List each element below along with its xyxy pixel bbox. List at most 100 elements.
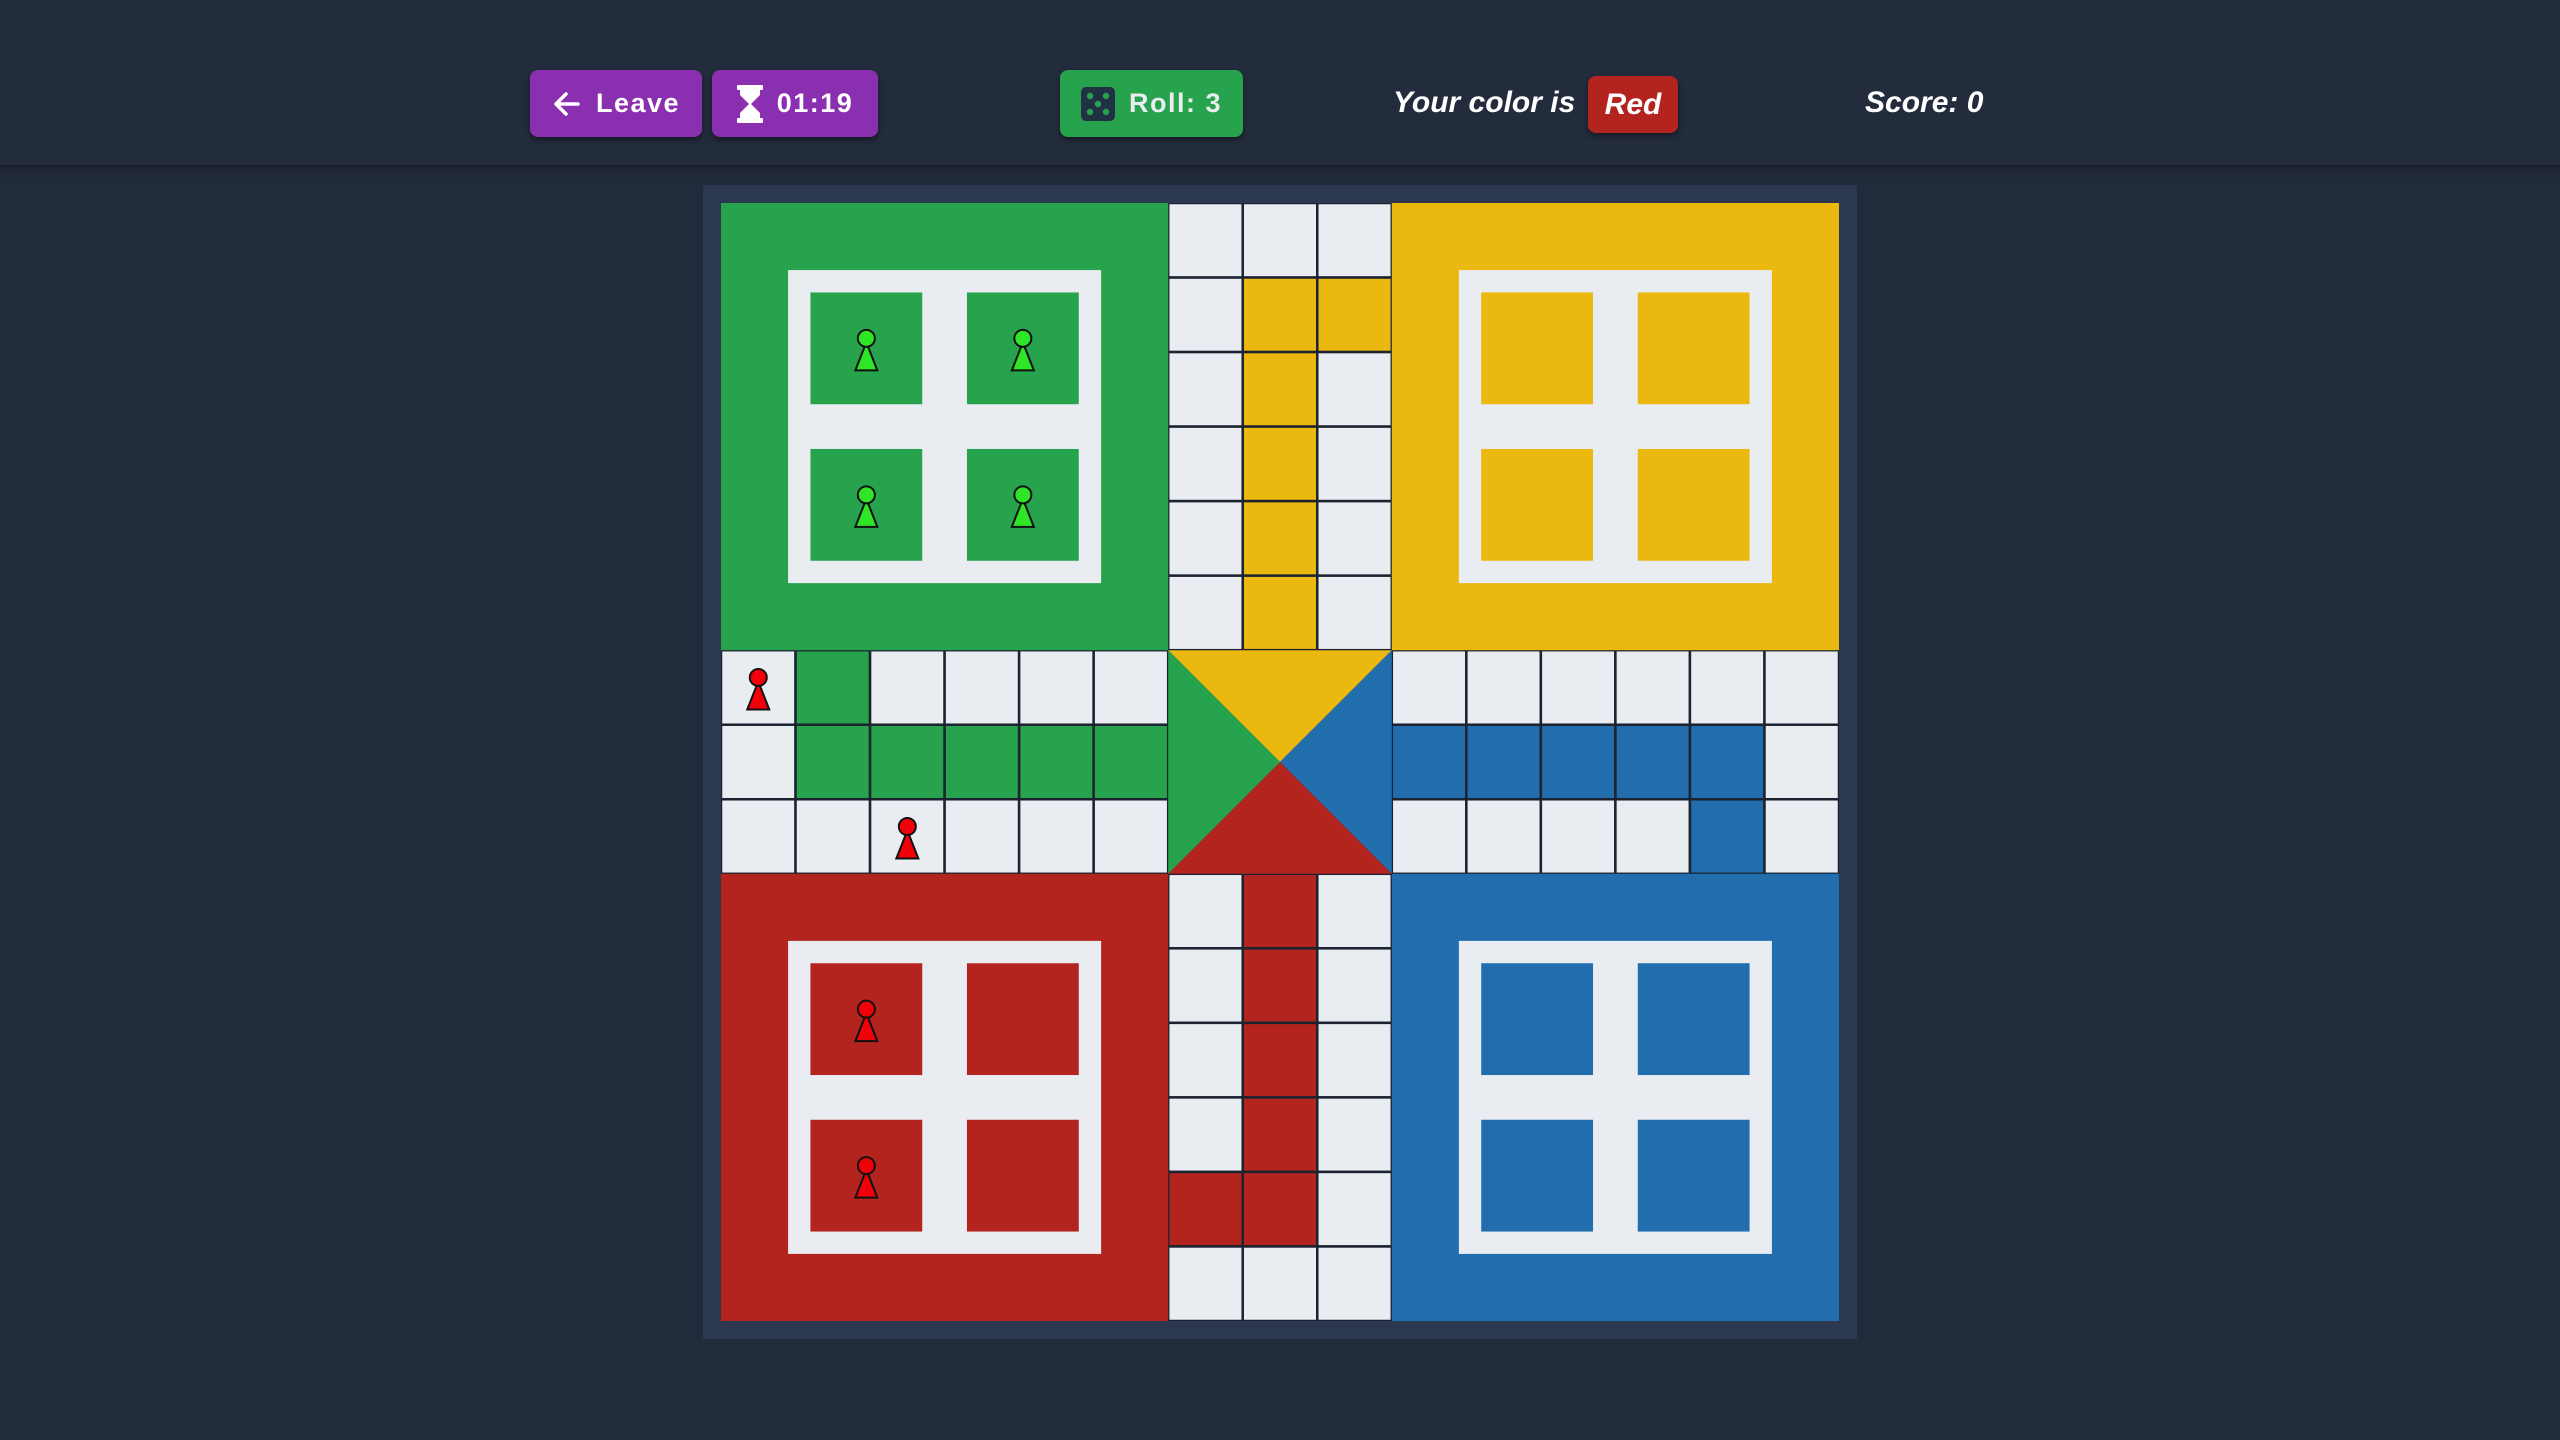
pawn-head bbox=[1013, 328, 1033, 348]
board-cell[interactable] bbox=[1166, 1096, 1244, 1174]
board-cell[interactable] bbox=[868, 648, 946, 726]
board-cell[interactable] bbox=[1316, 276, 1394, 354]
board-cell[interactable] bbox=[1316, 1096, 1394, 1174]
board-cell[interactable] bbox=[1390, 798, 1468, 876]
board-cell[interactable] bbox=[1092, 723, 1170, 801]
board-cell[interactable] bbox=[1614, 723, 1692, 801]
ludo-board bbox=[721, 203, 1839, 1321]
board-cell[interactable] bbox=[794, 723, 872, 801]
board-cell[interactable] bbox=[1241, 203, 1319, 279]
board-cell[interactable] bbox=[1763, 723, 1839, 801]
board-cell[interactable] bbox=[1241, 425, 1319, 503]
pawn-head bbox=[856, 999, 876, 1019]
board-cell[interactable] bbox=[1166, 1021, 1244, 1099]
pawn-head bbox=[1013, 485, 1033, 505]
board-cell[interactable] bbox=[794, 798, 872, 876]
board-cell[interactable] bbox=[1166, 1245, 1244, 1321]
board-cell[interactable] bbox=[1092, 648, 1170, 726]
board-cell[interactable] bbox=[1390, 648, 1468, 726]
board-cell[interactable] bbox=[1688, 723, 1766, 801]
roll-label: Roll: 3 bbox=[1128, 88, 1222, 118]
board-cell[interactable] bbox=[1241, 499, 1319, 577]
board-cell[interactable] bbox=[1539, 798, 1617, 876]
board-cell[interactable] bbox=[1316, 203, 1394, 279]
home-red-slot[interactable] bbox=[966, 963, 1079, 1076]
home-yellow-slot[interactable] bbox=[1637, 292, 1750, 405]
board-cell[interactable] bbox=[1316, 1170, 1394, 1248]
board-cell[interactable] bbox=[1688, 798, 1766, 876]
home-yellow-slot[interactable] bbox=[1637, 448, 1750, 561]
pawn-head bbox=[856, 328, 876, 348]
board-cell[interactable] bbox=[1316, 947, 1394, 1025]
score-display: Score: 0 bbox=[1865, 86, 1984, 119]
board-cell[interactable] bbox=[1166, 872, 1244, 950]
player-color-badge: Red bbox=[1588, 76, 1678, 133]
leave-label: Leave bbox=[595, 88, 681, 118]
top-bar: Leave 01:19 Roll: 3 Your color is Red Sc… bbox=[0, 0, 2560, 165]
board-cell[interactable] bbox=[1316, 425, 1394, 503]
board-cell[interactable] bbox=[1763, 798, 1839, 876]
board-cell[interactable] bbox=[1316, 350, 1394, 428]
board-cell[interactable] bbox=[1316, 1245, 1394, 1321]
board-cell[interactable] bbox=[1166, 1170, 1244, 1248]
board-cell[interactable] bbox=[1614, 798, 1692, 876]
board-cell[interactable] bbox=[1241, 574, 1319, 652]
board-cell[interactable] bbox=[1241, 872, 1319, 950]
board-cell[interactable] bbox=[794, 648, 872, 726]
hourglass-icon bbox=[736, 84, 763, 123]
board-cell[interactable] bbox=[1166, 947, 1244, 1025]
board-cell[interactable] bbox=[1316, 574, 1394, 652]
roll-dice-button[interactable]: Roll: 3 bbox=[1060, 70, 1243, 137]
pawn-head bbox=[897, 817, 917, 837]
board-cell[interactable] bbox=[1166, 425, 1244, 503]
pawn-head bbox=[856, 485, 876, 505]
home-blue-slot[interactable] bbox=[1481, 1119, 1594, 1232]
board-cell[interactable] bbox=[1241, 1021, 1319, 1099]
arrow-left-icon bbox=[552, 89, 582, 119]
board-cell[interactable] bbox=[1017, 648, 1095, 726]
home-blue-slot[interactable] bbox=[1637, 963, 1750, 1076]
board-cell[interactable] bbox=[943, 723, 1021, 801]
board-cell[interactable] bbox=[1763, 648, 1839, 726]
board-cell[interactable] bbox=[1166, 350, 1244, 428]
board-cell[interactable] bbox=[1465, 723, 1543, 801]
board-cell[interactable] bbox=[1241, 1170, 1319, 1248]
home-yellow-slot[interactable] bbox=[1481, 292, 1594, 405]
board-cell[interactable] bbox=[1316, 499, 1394, 577]
board-cell[interactable] bbox=[943, 648, 1021, 726]
board-cell[interactable] bbox=[1539, 723, 1617, 801]
board-cell[interactable] bbox=[1017, 723, 1095, 801]
board-cell[interactable] bbox=[1241, 350, 1319, 428]
pawn-head bbox=[748, 667, 768, 687]
board-cell[interactable] bbox=[943, 798, 1021, 876]
home-blue-slot[interactable] bbox=[1637, 1119, 1750, 1232]
player-color-label: Your color is bbox=[1393, 86, 1576, 119]
leave-button[interactable]: Leave bbox=[530, 70, 702, 137]
board-cell[interactable] bbox=[1688, 648, 1766, 726]
board-cell[interactable] bbox=[1316, 872, 1394, 950]
board-cell[interactable] bbox=[1166, 499, 1244, 577]
board-cell[interactable] bbox=[721, 723, 797, 801]
timer-button[interactable]: 01:19 bbox=[712, 70, 878, 137]
home-yellow-slot[interactable] bbox=[1481, 448, 1594, 561]
board-cell[interactable] bbox=[1241, 1245, 1319, 1321]
board-cell[interactable] bbox=[1241, 1096, 1319, 1174]
board-cell[interactable] bbox=[1166, 276, 1244, 354]
board-cell[interactable] bbox=[1166, 203, 1244, 279]
board-cell[interactable] bbox=[1017, 798, 1095, 876]
board-cell[interactable] bbox=[868, 723, 946, 801]
home-red-slot[interactable] bbox=[966, 1119, 1079, 1232]
board-cell[interactable] bbox=[1465, 648, 1543, 726]
board-cell[interactable] bbox=[1316, 1021, 1394, 1099]
home-blue-slot[interactable] bbox=[1481, 963, 1594, 1076]
board-cell[interactable] bbox=[1166, 574, 1244, 652]
board-cell[interactable] bbox=[1614, 648, 1692, 726]
board-cell[interactable] bbox=[1241, 947, 1319, 1025]
board-cell[interactable] bbox=[1092, 798, 1170, 876]
board-cell[interactable] bbox=[1465, 798, 1543, 876]
board-cell[interactable] bbox=[1390, 723, 1468, 801]
board-cell[interactable] bbox=[1539, 648, 1617, 726]
board-cell[interactable] bbox=[721, 798, 797, 876]
dice-icon bbox=[1080, 86, 1115, 121]
board-cell[interactable] bbox=[1241, 276, 1319, 354]
